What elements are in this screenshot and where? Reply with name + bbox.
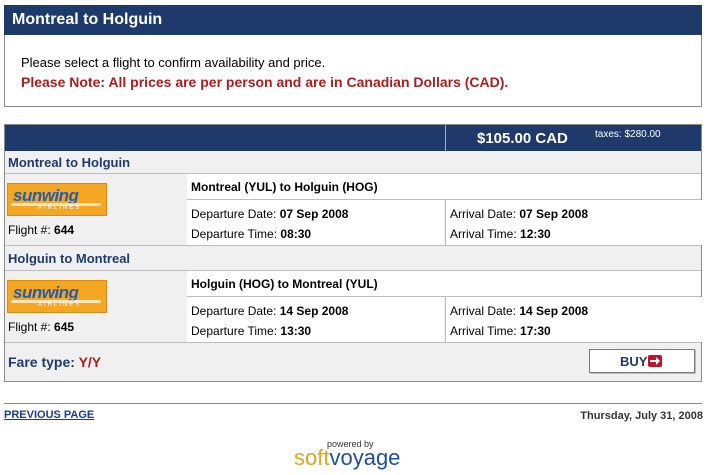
departure-time-label: Departure Time:	[191, 227, 278, 241]
departure-date-label: Departure Date:	[191, 304, 277, 318]
price-divider	[445, 125, 446, 151]
flight-results: $105.00 CAD taxes: $280.00 Montreal to H…	[4, 124, 702, 382]
arrival-date-label: Arrival Date:	[450, 304, 517, 318]
price-total: $105.00 CAD	[477, 130, 568, 147]
current-date: Thursday, July 31, 2008	[580, 410, 703, 422]
segment-title-return: Holguin to Montreal	[8, 251, 131, 266]
route-cell: Holguin (HOG) to Montreal (YUL)	[187, 271, 701, 297]
fare-type: Fare type: Y/Y	[8, 354, 101, 370]
departure-date-value: 07 Sep 2008	[279, 207, 349, 221]
arrival-time-label: Arrival Time:	[450, 227, 517, 241]
arrival-date-value: 07 Sep 2008	[519, 207, 589, 221]
departure-cell: Departure Date: 07 Sep 2008 Departure Ti…	[187, 200, 444, 245]
arrival-cell: Arrival Date: 07 Sep 2008 Arrival Time: …	[445, 200, 702, 245]
flight-number-value: 644	[54, 223, 75, 237]
airline-cell: sunwing AIRLINES Flight #: 645	[5, 271, 188, 342]
sunwing-logo: sunwing AIRLINES	[7, 183, 107, 216]
buy-button[interactable]: BUY	[589, 349, 695, 373]
logo-subtext: AIRLINES	[38, 205, 82, 211]
flight-number-value: 645	[54, 320, 75, 334]
logo-subtext: AIRLINES	[38, 302, 82, 308]
flight-number: Flight #: 644	[8, 223, 74, 237]
flight-number: Flight #: 645	[8, 320, 74, 334]
arrival-time-value: 17:30	[520, 324, 551, 338]
departure-time-value: 08:30	[280, 227, 312, 241]
brand-voyage: voyage	[329, 445, 401, 470]
notice-box: Please select a flight to confirm availa…	[4, 35, 702, 107]
flight-number-label: Flight #:	[8, 320, 51, 334]
sunwing-logo: sunwing AIRLINES	[7, 280, 107, 313]
fare-type-value: Y/Y	[78, 354, 102, 370]
route-cell: Montreal (YUL) to Holguin (HOG)	[187, 174, 701, 200]
segment-title-outbound: Montreal to Holguin	[8, 155, 131, 170]
route-text: Montreal (YUL) to Holguin (HOG)	[191, 180, 378, 194]
price-taxes: taxes: $280.00	[595, 129, 661, 140]
notice-price-note: Please Note: All prices are per person a…	[21, 74, 509, 90]
page-title: Montreal to Holguin	[12, 11, 163, 28]
segment-return: sunwing AIRLINES Flight #: 645 Holguin (…	[5, 270, 702, 343]
airline-cell: sunwing AIRLINES Flight #: 644	[5, 174, 188, 245]
departure-time-label: Departure Time:	[191, 324, 278, 338]
departure-date-value: 14 Sep 2008	[279, 304, 349, 318]
buy-button-label: BUY	[620, 354, 648, 369]
notice-instruction: Please select a flight to confirm availa…	[21, 55, 326, 70]
route-text: Holguin (HOG) to Montreal (YUL)	[191, 277, 378, 291]
segment-outbound: sunwing AIRLINES Flight #: 644 Montreal …	[5, 173, 702, 246]
brand-soft: soft	[294, 445, 330, 470]
softvoyage-logo: softvoyage	[294, 445, 400, 471]
footer-divider	[4, 403, 702, 404]
arrival-time-label: Arrival Time:	[450, 324, 517, 338]
flight-number-label: Flight #:	[8, 223, 51, 237]
fare-type-label: Fare type:	[8, 354, 75, 370]
previous-page-link[interactable]: PREVIOUS PAGE	[4, 409, 94, 421]
arrival-time-value: 12:30	[520, 227, 551, 241]
departure-date-label: Departure Date:	[191, 207, 277, 221]
arrival-date-label: Arrival Date:	[450, 207, 517, 221]
departure-time-value: 13:30	[280, 324, 312, 338]
arrival-date-value: 14 Sep 2008	[519, 304, 589, 318]
departure-cell: Departure Date: 14 Sep 2008 Departure Ti…	[187, 297, 444, 342]
arrival-cell: Arrival Date: 14 Sep 2008 Arrival Time: …	[445, 297, 702, 342]
arrow-right-icon	[648, 355, 662, 367]
page-header: Montreal to Holguin	[4, 5, 702, 35]
price-bar: $105.00 CAD taxes: $280.00	[5, 125, 701, 151]
